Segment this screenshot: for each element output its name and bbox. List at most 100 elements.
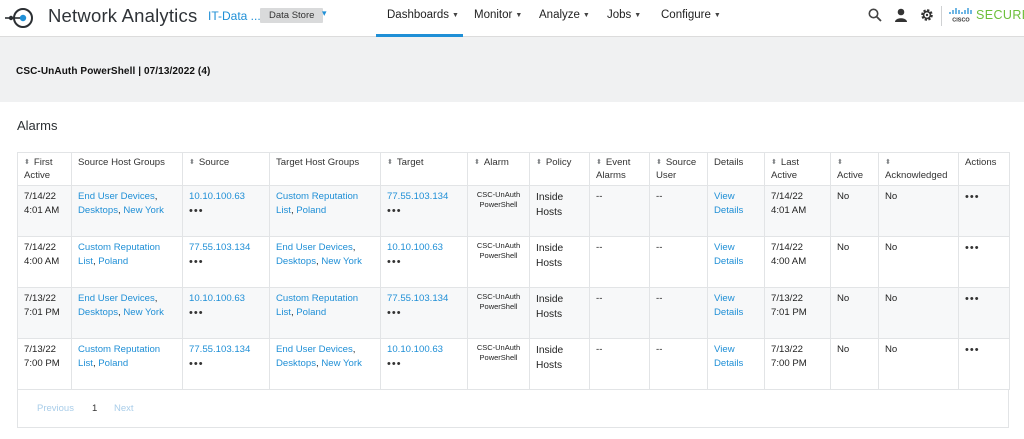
host-group-link[interactable]: End User Devices <box>78 191 155 202</box>
host-group-link[interactable]: Poland <box>296 205 326 216</box>
column-header-acknowledged[interactable]: ⬍ Acknowledged <box>878 152 959 186</box>
source-user-cell: -- <box>649 338 708 390</box>
source-more-icon[interactable]: ••• <box>189 359 263 370</box>
view-details-link[interactable]: View Details <box>714 344 743 369</box>
user-icon[interactable] <box>893 7 909 23</box>
row-actions-icon[interactable]: ••• <box>965 294 1003 305</box>
target-more-icon[interactable]: ••• <box>387 359 461 370</box>
actions-cell: ••• <box>958 338 1010 390</box>
row-actions-icon[interactable]: ••• <box>965 345 1003 356</box>
row-actions-icon[interactable]: ••• <box>965 243 1003 254</box>
host-group-link[interactable]: End User Devices <box>276 344 353 355</box>
host-group-link[interactable]: Desktops <box>78 307 118 318</box>
host-group-link[interactable]: New York <box>321 256 362 267</box>
source-ip-link[interactable]: 77.55.103.134 <box>189 344 250 355</box>
target-ip-link[interactable]: 77.55.103.134 <box>387 293 448 304</box>
domain-dropdown-caret-icon[interactable]: ▾ <box>322 8 327 19</box>
nav-dashboards[interactable]: Dashboards ▼ <box>387 9 459 21</box>
target-host-groups-cell: Custom Reputation List, Poland <box>269 185 381 237</box>
host-group-link[interactable]: Poland <box>296 307 326 318</box>
sort-icon[interactable]: ⬍ <box>189 159 195 166</box>
table-row[interactable]: 7/13/22 7:00 PM Custom Reputation List, P… <box>17 338 1010 390</box>
host-group-link[interactable]: Desktops <box>78 205 118 216</box>
source-more-icon[interactable]: ••• <box>189 206 263 217</box>
table-row[interactable]: 7/13/22 7:01 PM End User Devices, Desktop… <box>17 287 1010 339</box>
view-details-link[interactable]: View Details <box>714 242 743 267</box>
policy-cell: Inside Hosts <box>529 236 590 288</box>
host-group-link[interactable]: New York <box>321 358 362 369</box>
search-icon[interactable] <box>867 7 883 23</box>
source-cell: 10.10.100.63 ••• <box>182 287 270 339</box>
host-group-link[interactable]: End User Devices <box>78 293 155 304</box>
host-group-link[interactable]: Poland <box>98 256 128 267</box>
column-header-event-alarms[interactable]: ⬍ Event Alarms <box>589 152 650 186</box>
sort-icon[interactable]: ⬍ <box>656 159 662 166</box>
details-cell: View Details <box>707 236 765 288</box>
first-active-cell: 7/14/22 4:01 AM <box>17 185 72 237</box>
sort-icon[interactable]: ⬍ <box>596 159 602 166</box>
gear-icon[interactable] <box>919 7 935 23</box>
domain-selector-link[interactable]: IT-Data ... <box>208 9 261 23</box>
actions-cell: ••• <box>958 185 1010 237</box>
target-ip-link[interactable]: 10.10.100.63 <box>387 242 443 253</box>
sort-icon[interactable]: ⬍ <box>771 159 777 166</box>
column-header-target[interactable]: ⬍ Target <box>380 152 468 186</box>
source-more-icon[interactable]: ••• <box>189 308 263 319</box>
view-details-link[interactable]: View Details <box>714 191 743 216</box>
sort-icon[interactable]: ⬍ <box>387 159 393 166</box>
column-header-source[interactable]: ⬍ Source <box>182 152 270 186</box>
event-alarms-cell: -- <box>589 338 650 390</box>
data-store-chip[interactable]: Data Store <box>260 8 324 23</box>
source-ip-link[interactable]: 77.55.103.134 <box>189 242 250 253</box>
current-page-number[interactable]: 1 <box>92 403 97 414</box>
table-header-row: ⬍ First Active Source Host Groups ⬍ Source… <box>17 152 1010 186</box>
sort-icon[interactable]: ⬍ <box>885 159 891 166</box>
event-alarms-cell: -- <box>589 287 650 339</box>
host-group-link[interactable]: Desktops <box>276 256 316 267</box>
view-details-link[interactable]: View Details <box>714 293 743 318</box>
sort-icon[interactable]: ⬍ <box>24 159 30 166</box>
source-host-groups-cell: End User Devices, Desktops, New York <box>71 287 183 339</box>
nav-monitor[interactable]: Monitor ▼ <box>474 9 522 21</box>
previous-page-button[interactable]: Previous <box>37 403 74 414</box>
network-analytics-logo[interactable] <box>5 4 37 32</box>
target-more-icon[interactable]: ••• <box>387 257 461 268</box>
table-row[interactable]: 7/14/22 4:01 AM End User Devices, Desktop… <box>17 185 1010 237</box>
column-header-policy[interactable]: ⬍ Policy <box>529 152 590 186</box>
alarm-cell: CSC-UnAuth PowerShell <box>467 236 530 288</box>
column-header-source-user[interactable]: ⬍ Source User <box>649 152 708 186</box>
host-group-link[interactable]: New York <box>123 307 164 318</box>
host-group-link[interactable]: Poland <box>98 358 128 369</box>
table-row[interactable]: 7/14/22 4:00 AM Custom Reputation List, P… <box>17 236 1010 288</box>
source-ip-link[interactable]: 10.10.100.63 <box>189 293 245 304</box>
column-header-first-active[interactable]: ⬍ First Active <box>17 152 72 186</box>
target-ip-link[interactable]: 10.10.100.63 <box>387 344 443 355</box>
alarm-cell: CSC-UnAuth PowerShell <box>467 185 530 237</box>
nav-jobs[interactable]: Jobs ▼ <box>607 9 641 21</box>
source-cell: 77.55.103.134 ••• <box>182 236 270 288</box>
host-group-link[interactable]: New York <box>123 205 164 216</box>
next-page-button[interactable]: Next <box>114 403 134 414</box>
target-cell: 77.55.103.134 ••• <box>380 287 468 339</box>
sort-icon[interactable]: ⬍ <box>536 159 542 166</box>
first-active-cell: 7/13/22 7:00 PM <box>17 338 72 390</box>
target-ip-link[interactable]: 77.55.103.134 <box>387 191 448 202</box>
actions-cell: ••• <box>958 236 1010 288</box>
target-more-icon[interactable]: ••• <box>387 206 461 217</box>
target-more-icon[interactable]: ••• <box>387 308 461 319</box>
nav-configure[interactable]: Configure ▼ <box>661 9 721 21</box>
host-group-link[interactable]: Desktops <box>276 358 316 369</box>
host-group-link[interactable]: End User Devices <box>276 242 353 253</box>
row-actions-icon[interactable]: ••• <box>965 192 1003 203</box>
event-alarms-cell: -- <box>589 185 650 237</box>
nav-analyze[interactable]: Analyze ▼ <box>539 9 590 21</box>
column-header-actions: Actions <box>958 152 1010 186</box>
sort-icon[interactable]: ⬍ <box>474 159 480 166</box>
sort-icon[interactable]: ⬍ <box>837 159 843 166</box>
column-header-active[interactable]: ⬍ Active <box>830 152 879 186</box>
source-more-icon[interactable]: ••• <box>189 257 263 268</box>
last-active-cell: 7/13/22 7:00 PM <box>764 338 831 390</box>
column-header-alarm[interactable]: ⬍ Alarm <box>467 152 530 186</box>
column-header-last-active[interactable]: ⬍ Last Active <box>764 152 831 186</box>
source-ip-link[interactable]: 10.10.100.63 <box>189 191 245 202</box>
